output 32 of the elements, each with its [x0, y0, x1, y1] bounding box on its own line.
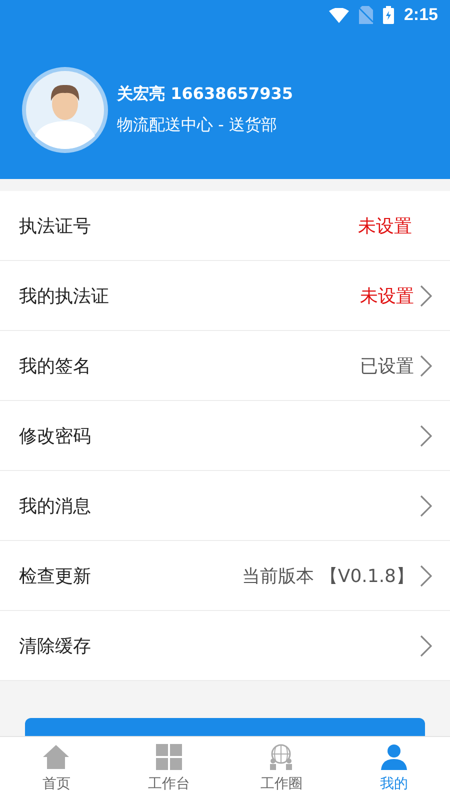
status-time: 2:15	[404, 5, 438, 25]
globe-people-icon	[268, 744, 294, 770]
menu-item[interactable]: 我的签名 已设置	[0, 331, 450, 402]
person-icon	[380, 744, 407, 770]
home-icon	[43, 744, 70, 770]
menu-item[interactable]: 检查更新 当前版本 【V0.1.8】	[0, 541, 450, 612]
grid-icon	[156, 744, 182, 770]
user-name: 关宏亮 16638657935	[117, 84, 294, 105]
menu-item[interactable]: 修改密码	[0, 401, 450, 472]
menu-label: 我的签名	[19, 354, 92, 378]
battery-icon	[382, 6, 394, 24]
menu-item[interactable]: 清除缓存	[0, 611, 450, 682]
menu-item[interactable]: 我的消息	[0, 471, 450, 542]
tab[interactable]: 我的	[338, 737, 450, 800]
menu-label: 清除缓存	[19, 634, 92, 658]
menu-value: 未设置	[360, 284, 414, 308]
menu-item[interactable]: 执法证号 未设置	[0, 191, 450, 262]
tab[interactable]: 工作圈	[225, 737, 338, 800]
menu-item[interactable]: 我的执法证 未设置	[0, 261, 450, 332]
menu-label: 我的执法证	[19, 284, 110, 308]
menu-label: 检查更新	[19, 564, 92, 588]
menu-value: 已设置	[360, 354, 414, 378]
menu-label: 修改密码	[19, 424, 92, 448]
menu-value: 未设置	[358, 214, 412, 238]
menu-value: 当前版本 【V0.1.8】	[242, 564, 414, 588]
wifi-icon	[328, 8, 349, 22]
no-sim-icon	[358, 6, 373, 24]
menu-label: 我的消息	[19, 494, 92, 518]
department-text: 物流配送中心 - 送货部	[117, 115, 278, 136]
tab[interactable]: 工作台	[112, 737, 225, 800]
menu-label: 执法证号	[19, 214, 92, 238]
tab[interactable]: 首页	[0, 737, 112, 800]
